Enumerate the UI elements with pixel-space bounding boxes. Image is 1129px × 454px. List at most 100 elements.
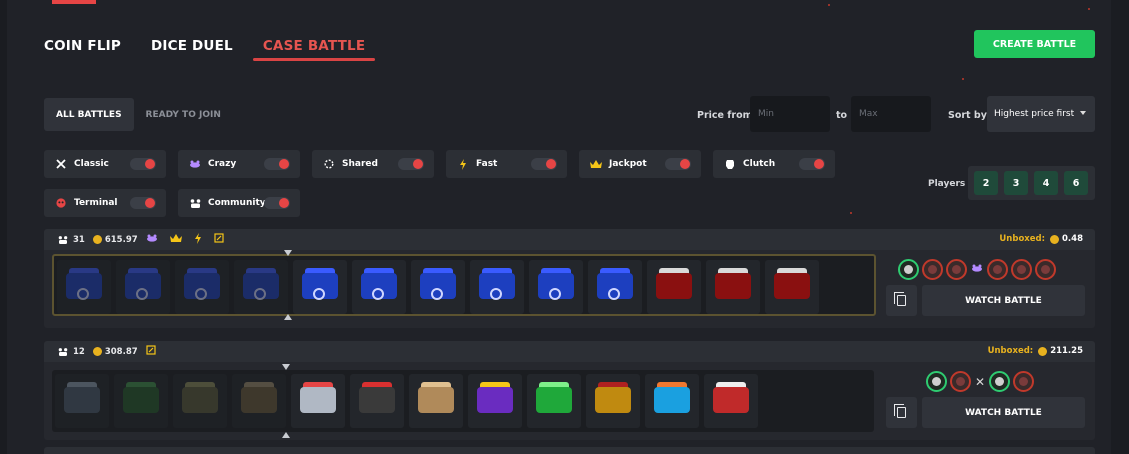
case-emblem — [77, 288, 89, 300]
avatar[interactable] — [926, 371, 947, 392]
tab-dice-duel[interactable]: DICE DUEL — [151, 38, 233, 54]
mode-crazy[interactable]: Crazy — [178, 150, 300, 178]
watch-battle-button[interactable]: WATCH BATTLE — [922, 285, 1085, 316]
tab-ready-to-join[interactable]: READY TO JOIN — [134, 98, 233, 131]
blue-case-icon[interactable] — [470, 260, 524, 314]
mode-clutch[interactable]: Clutch — [713, 150, 835, 178]
coin-icon — [1050, 234, 1060, 244]
unboxed-value: 211.25 — [1050, 346, 1083, 356]
watch-battle-button[interactable]: WATCH BATTLE — [922, 397, 1085, 428]
green-gift-case-icon[interactable] — [527, 374, 581, 428]
avatar[interactable] — [946, 259, 967, 280]
red-case-icon[interactable] — [706, 260, 760, 314]
player-slots: ✕ — [926, 371, 1035, 392]
coin-icon — [92, 347, 102, 356]
unboxed-label: Unboxed: — [999, 234, 1046, 244]
mode-jackpot[interactable]: Jackpot — [579, 150, 701, 178]
mode-fast[interactable]: Fast — [446, 150, 567, 178]
case-strip[interactable] — [52, 250, 876, 320]
case-body — [774, 273, 810, 299]
weapon-case-icon[interactable] — [350, 374, 404, 428]
red-case-icon[interactable] — [647, 260, 701, 314]
blue-case-icon[interactable] — [175, 260, 229, 314]
steel-case-icon[interactable] — [55, 374, 109, 428]
blue-case-icon[interactable] — [116, 260, 170, 314]
tab-all-battles[interactable]: ALL BATTLES — [44, 98, 134, 131]
mode-toggle[interactable] — [665, 158, 691, 170]
mode-toggle[interactable] — [264, 158, 290, 170]
blue-case-icon[interactable] — [57, 260, 111, 314]
case-emblem — [136, 288, 148, 300]
avatar[interactable] — [1011, 259, 1032, 280]
mode-toggle[interactable] — [130, 158, 156, 170]
price-min-input[interactable] — [750, 96, 830, 132]
tab-coin-flip[interactable]: COIN FLIP — [44, 38, 121, 54]
purple-case-icon[interactable] — [468, 374, 522, 428]
left-edge — [0, 0, 7, 454]
gold-case-icon[interactable] — [586, 374, 640, 428]
avatar[interactable] — [898, 259, 919, 280]
player-slots — [898, 259, 1056, 280]
red-case-icon[interactable] — [765, 260, 819, 314]
coin-icon — [92, 235, 102, 244]
green-case-icon[interactable] — [114, 374, 168, 428]
sort-select[interactable]: Highest price first — [987, 96, 1095, 132]
battle-header: 12 308.87 Unboxed: 211.25 — [44, 341, 1095, 362]
battle-price-value: 615.97 — [104, 234, 138, 245]
blue-case-icon[interactable] — [588, 260, 642, 314]
mode-shared[interactable]: Shared — [312, 150, 434, 178]
reel-marker-bottom — [282, 432, 290, 438]
toggle-knob — [279, 198, 289, 208]
avatar[interactable] — [989, 371, 1011, 392]
players-4-button[interactable]: 4 — [1034, 171, 1058, 195]
community-icon — [188, 198, 202, 208]
mode-classic[interactable]: Classic — [44, 150, 166, 178]
avatar[interactable] — [922, 259, 943, 280]
unboxed-total: Unboxed: 211.25 — [988, 346, 1083, 356]
mode-toggle[interactable] — [398, 158, 424, 170]
mode-label: Classic — [74, 159, 109, 169]
create-battle-button[interactable]: CREATE BATTLE — [974, 30, 1095, 58]
blue-case-icon[interactable] — [352, 260, 406, 314]
silver-case-icon[interactable] — [291, 374, 345, 428]
blue-case-icon[interactable] — [529, 260, 583, 314]
avatar[interactable] — [950, 371, 971, 392]
case-body — [64, 387, 100, 413]
red-white-case-icon[interactable] — [704, 374, 758, 428]
mode-community[interactable]: Community — [178, 189, 300, 217]
army-case-icon[interactable] — [232, 374, 286, 428]
players-6-button[interactable]: 6 — [1064, 171, 1088, 195]
copy-link-button[interactable] — [886, 285, 917, 316]
spark-decor — [850, 212, 852, 214]
mode-toggle[interactable] — [130, 197, 156, 209]
copy-link-button[interactable] — [886, 397, 917, 428]
blue-case-icon[interactable] — [234, 260, 288, 314]
battle-row: WATCH BATTLE — [44, 250, 1095, 328]
players-3-button[interactable]: 3 — [1004, 171, 1028, 195]
community-icon — [58, 347, 68, 356]
blue-pool-case-icon[interactable] — [645, 374, 699, 428]
avatar[interactable] — [987, 259, 1008, 280]
military-case-icon[interactable] — [173, 374, 227, 428]
blue-case-icon[interactable] — [293, 260, 347, 314]
avatar[interactable] — [1013, 371, 1035, 392]
case-body — [182, 387, 218, 413]
mode-toggle[interactable] — [799, 158, 825, 170]
players-2-button[interactable]: 2 — [974, 171, 998, 195]
blue-case-icon[interactable] — [411, 260, 465, 314]
box-case-icon[interactable] — [409, 374, 463, 428]
mode-toggle[interactable] — [264, 197, 290, 209]
case-strip[interactable] — [52, 364, 874, 438]
spark-decor — [962, 78, 964, 80]
mode-terminal[interactable]: Terminal — [44, 189, 166, 217]
reel-marker-bottom — [284, 314, 292, 320]
tab-case-battle[interactable]: CASE BATTLE — [252, 38, 376, 61]
avatar[interactable] — [1035, 259, 1056, 280]
case-body — [359, 387, 395, 413]
price-to-label: to — [836, 110, 848, 121]
mode-toggle[interactable] — [531, 158, 557, 170]
price-max-input[interactable] — [851, 96, 931, 132]
battle-row: ✕ WATCH BATTLE — [44, 362, 1095, 440]
scrollbar[interactable] — [1111, 0, 1129, 454]
toggle-knob — [145, 159, 155, 169]
